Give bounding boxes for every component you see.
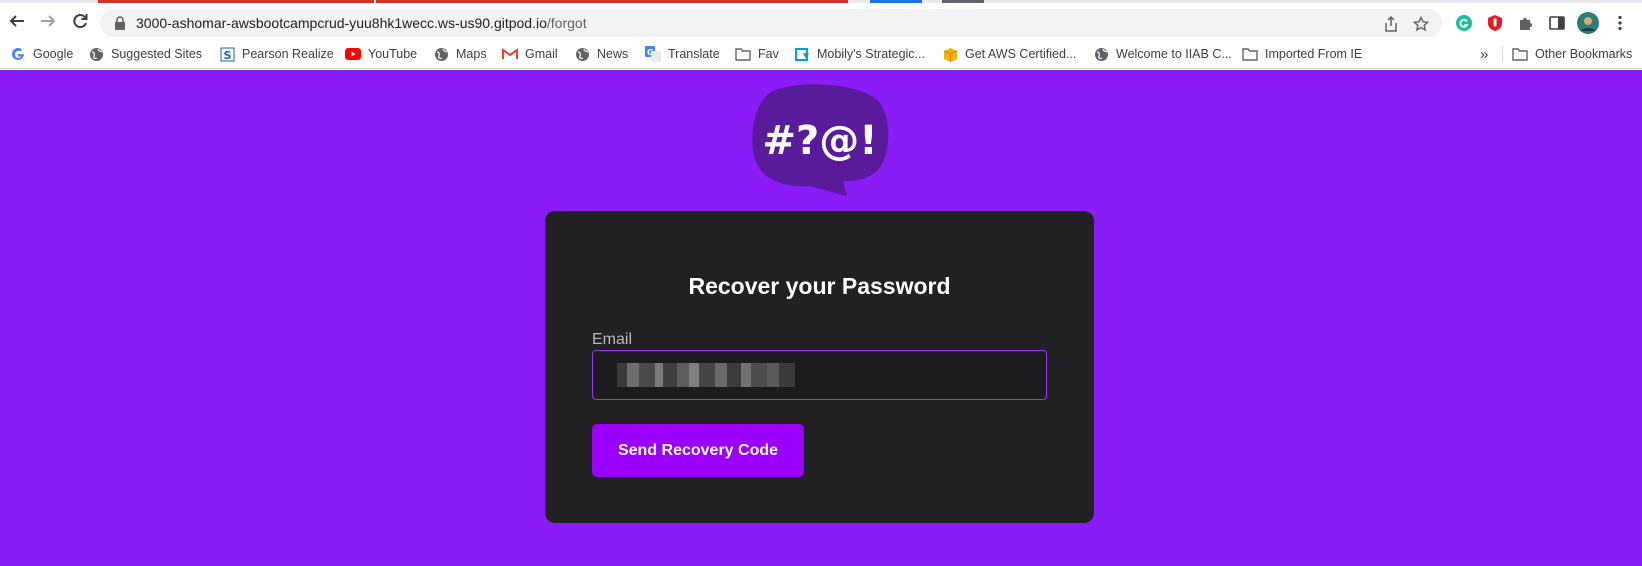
arrow-left-icon: [9, 15, 24, 27]
bookmark-maps[interactable]: Maps: [433, 44, 487, 64]
bookmark-welcome-iiab[interactable]: Welcome to IIAB C...: [1093, 44, 1232, 64]
bookmark-folder-fav[interactable]: Fav: [735, 44, 779, 64]
reload-button[interactable]: [66, 7, 94, 35]
bookmarks-bar: Google Suggested Sites S Pearson Realize…: [0, 39, 1642, 69]
speech-bubble-logo: #?@!: [752, 84, 889, 196]
folder-icon: [1242, 46, 1258, 62]
send-recovery-code-button[interactable]: Send Recovery Code: [592, 424, 804, 477]
globe-icon: [1093, 46, 1109, 62]
back-button[interactable]: [3, 7, 31, 35]
globe-icon: [88, 46, 104, 62]
obscured-email-value: [617, 363, 795, 387]
svg-text:S: S: [223, 49, 231, 62]
youtube-icon: [345, 46, 361, 62]
pearson-icon: S: [219, 46, 235, 62]
gmail-icon: [502, 46, 518, 62]
extensions-puzzle-icon[interactable]: [1515, 12, 1537, 34]
reload-icon: [73, 14, 88, 29]
bookmark-aws-certified[interactable]: Get AWS Certified...: [942, 44, 1076, 64]
star-icon[interactable]: [1412, 15, 1430, 33]
email-field[interactable]: [592, 350, 1047, 400]
globe-icon: [433, 46, 449, 62]
globe-icon: [574, 46, 590, 62]
address-bar[interactable]: 3000-ashomar-awsbootcampcrud-yuu8hk1wecc…: [100, 9, 1442, 37]
logo-text: #?@!: [763, 118, 878, 164]
bookmark-gmail[interactable]: Gmail: [502, 44, 558, 64]
lock-icon: [115, 16, 125, 30]
bookmark-mobily[interactable]: Mobily's Strategic...: [794, 44, 925, 64]
bookmark-suggested-sites[interactable]: Suggested Sites: [88, 44, 202, 64]
bookmark-news[interactable]: News: [574, 44, 628, 64]
mobily-icon: [794, 46, 810, 62]
bookmark-google[interactable]: Google: [10, 44, 73, 64]
bookmark-folder-imported[interactable]: Imported From IE: [1242, 44, 1362, 64]
browser-toolbar: 3000-ashomar-awsbootcampcrud-yuu8hk1wecc…: [0, 3, 1642, 39]
url-text: 3000-ashomar-awsbootcampcrud-yuu8hk1wecc…: [136, 15, 587, 31]
translate-icon: G: [645, 46, 661, 62]
folder-icon: [735, 46, 751, 62]
bookmark-folder-other[interactable]: Other Bookmarks: [1512, 44, 1632, 64]
menu-kebab-icon[interactable]: [1609, 12, 1631, 34]
side-panel-icon[interactable]: [1546, 12, 1568, 34]
bookmark-translate[interactable]: G Translate: [645, 44, 720, 64]
email-label: Email: [592, 331, 633, 348]
page-title: Recover your Password: [688, 273, 951, 299]
profile-avatar[interactable]: [1577, 12, 1599, 34]
arrow-right-icon: [41, 15, 56, 27]
grammarly-icon[interactable]: [1453, 12, 1475, 34]
page-background: #?@! Recover your Password Email Send Re…: [0, 70, 1642, 566]
bookmarks-divider: [1502, 46, 1503, 62]
bookmark-youtube[interactable]: YouTube: [345, 44, 417, 64]
forward-button[interactable]: [34, 7, 62, 35]
ublock-icon[interactable]: [1484, 12, 1506, 34]
folder-icon: [1512, 46, 1528, 62]
google-icon: [10, 46, 26, 62]
recover-password-card: Recover your Password Email Send Recover…: [545, 211, 1094, 523]
share-icon[interactable]: [1382, 15, 1400, 33]
box-icon: [942, 46, 958, 62]
bookmarks-overflow-button[interactable]: »: [1480, 44, 1488, 64]
svg-text:G: G: [647, 48, 654, 57]
bookmark-pearson-realize[interactable]: S Pearson Realize: [219, 44, 334, 64]
